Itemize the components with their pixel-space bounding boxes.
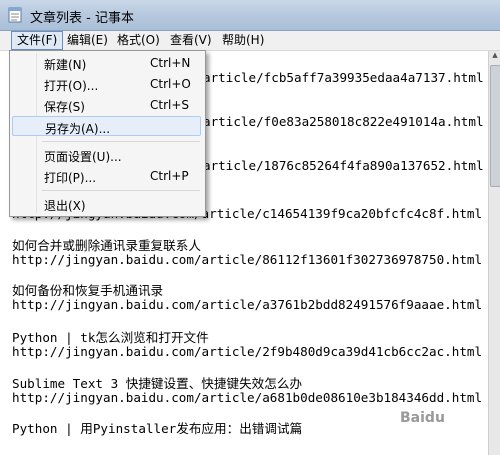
menu-item-save[interactable]: 保存(S) Ctrl+S xyxy=(12,95,201,115)
text-line: Python | 用Pyinstaller发布应用：出错调试篇 xyxy=(12,421,303,436)
menu-item-shortcut: Ctrl+S xyxy=(150,98,190,112)
menu-item-label: 打开(O)... xyxy=(44,79,99,93)
menu-item-shortcut: Ctrl+N xyxy=(150,56,191,70)
text-line: http://jingyan.baidu.com/article/86112f1… xyxy=(12,252,483,267)
notepad-icon xyxy=(8,7,22,23)
scroll-thumb[interactable] xyxy=(490,65,500,187)
menu-item-label: 另存为(A)... xyxy=(45,122,111,136)
menu-item-label: 新建(N) xyxy=(44,58,87,72)
menu-item-page-setup[interactable]: 页面设置(U)... xyxy=(12,145,201,165)
menu-help[interactable]: 帮助(H) xyxy=(217,31,269,50)
text-line: article/f0e83a258018c822e491014a.html xyxy=(203,114,484,129)
menu-item-open[interactable]: 打开(O)... Ctrl+O xyxy=(12,74,201,94)
file-menu-dropdown: 新建(N) Ctrl+N 打开(O)... Ctrl+O 保存(S) Ctrl+… xyxy=(9,50,206,217)
menu-item-exit[interactable]: 退出(X) xyxy=(12,194,201,214)
menu-file[interactable]: 文件(F) xyxy=(11,31,64,50)
menu-item-label: 保存(S) xyxy=(44,100,85,114)
text-line: article/fcb5aff7a39935edaa4a7137.html xyxy=(203,70,484,85)
menu-item-print[interactable]: 打印(P)... Ctrl+P xyxy=(12,166,201,186)
notepad-window: 文章列表 - 记事本 文件(F) 编辑(E) 格式(O) 查看(V) 帮助(H)… xyxy=(0,0,500,455)
baidu-watermark: Baidu xyxy=(400,410,445,426)
title-bar[interactable]: 文章列表 - 记事本 xyxy=(0,0,500,31)
menu-format[interactable]: 格式(O) xyxy=(112,31,165,50)
menu-item-label: 页面设置(U)... xyxy=(44,150,122,164)
text-line: http://jingyan.baidu.com/article/a3761b2… xyxy=(12,297,483,312)
menu-bar: 文件(F) 编辑(E) 格式(O) 查看(V) 帮助(H) xyxy=(0,31,500,51)
text-line: http://jingyan.baidu.com/article/a681b0d… xyxy=(12,390,483,405)
menu-item-label: 退出(X) xyxy=(44,199,86,213)
menu-item-shortcut: Ctrl+P xyxy=(150,169,189,183)
menu-view[interactable]: 查看(V) xyxy=(165,31,217,50)
menu-edit[interactable]: 编辑(E) xyxy=(62,31,113,50)
menu-item-new[interactable]: 新建(N) Ctrl+N xyxy=(12,53,201,73)
menu-item-label: 打印(P)... xyxy=(44,171,97,185)
menu-separator xyxy=(42,190,200,191)
text-line: http://jingyan.baidu.com/article/2f9b480… xyxy=(12,344,483,359)
vertical-scrollbar[interactable]: ▲ xyxy=(488,51,500,455)
scroll-up-arrow-icon[interactable]: ▲ xyxy=(489,51,500,63)
text-line: article/1876c85264f4fa890a137652.html xyxy=(203,158,484,173)
menu-item-shortcut: Ctrl+O xyxy=(150,77,191,91)
menu-item-save-as[interactable]: 另存为(A)... xyxy=(12,116,201,136)
window-title: 文章列表 - 记事本 xyxy=(30,11,134,26)
menu-separator xyxy=(42,141,200,142)
